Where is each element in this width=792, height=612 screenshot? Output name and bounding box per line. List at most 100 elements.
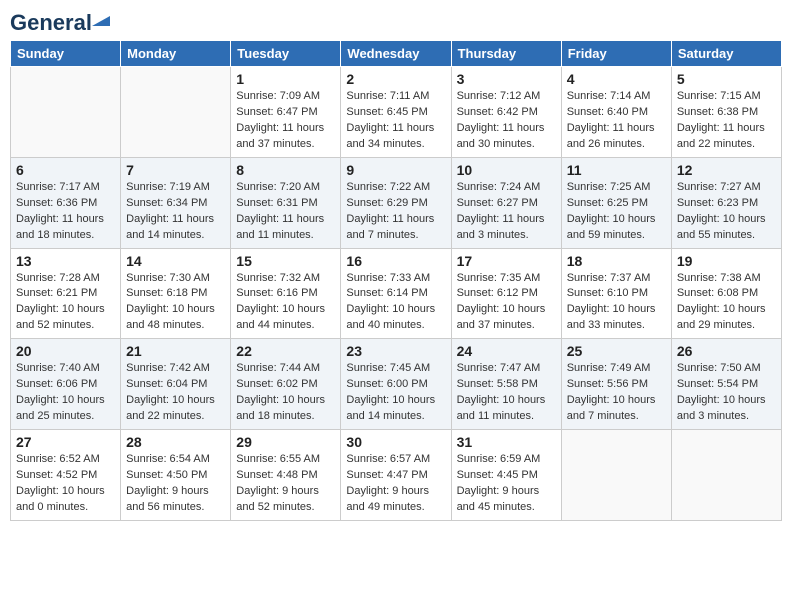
day-info: Sunrise: 7:11 AMSunset: 6:45 PMDaylight:… xyxy=(346,89,445,153)
calendar-cell: 3 Sunrise: 7:12 AMSunset: 6:42 PMDaylight… xyxy=(451,67,561,158)
calendar-cell: 12 Sunrise: 7:27 AMSunset: 6:23 PMDayligh… xyxy=(671,157,781,248)
calendar-cell: 8 Sunrise: 7:20 AMSunset: 6:31 PMDaylight… xyxy=(231,157,341,248)
calendar-row: 13 Sunrise: 7:28 AMSunset: 6:21 PMDayligh… xyxy=(11,248,782,339)
day-info: Sunrise: 7:40 AMSunset: 6:06 PMDaylight:… xyxy=(16,361,115,425)
day-info: Sunrise: 7:44 AMSunset: 6:02 PMDaylight:… xyxy=(236,361,335,425)
day-info: Sunrise: 6:55 AMSunset: 4:48 PMDaylight:… xyxy=(236,452,335,516)
calendar-cell: 29 Sunrise: 6:55 AMSunset: 4:48 PMDayligh… xyxy=(231,430,341,521)
calendar-cell: 13 Sunrise: 7:28 AMSunset: 6:21 PMDayligh… xyxy=(11,248,121,339)
day-info: Sunrise: 7:24 AMSunset: 6:27 PMDaylight:… xyxy=(457,180,556,244)
calendar-cell xyxy=(121,67,231,158)
day-info: Sunrise: 7:45 AMSunset: 6:00 PMDaylight:… xyxy=(346,361,445,425)
weekday-header-row: SundayMondayTuesdayWednesdayThursdayFrid… xyxy=(11,41,782,67)
day-number: 24 xyxy=(457,343,556,359)
calendar-row: 27 Sunrise: 6:52 AMSunset: 4:52 PMDayligh… xyxy=(11,430,782,521)
calendar-cell: 6 Sunrise: 7:17 AMSunset: 6:36 PMDaylight… xyxy=(11,157,121,248)
calendar-cell: 25 Sunrise: 7:49 AMSunset: 5:56 PMDayligh… xyxy=(561,339,671,430)
day-number: 4 xyxy=(567,71,666,87)
weekday-header: Friday xyxy=(561,41,671,67)
calendar-cell: 21 Sunrise: 7:42 AMSunset: 6:04 PMDayligh… xyxy=(121,339,231,430)
day-number: 17 xyxy=(457,253,556,269)
day-number: 13 xyxy=(16,253,115,269)
day-info: Sunrise: 7:14 AMSunset: 6:40 PMDaylight:… xyxy=(567,89,666,153)
day-number: 26 xyxy=(677,343,776,359)
day-number: 18 xyxy=(567,253,666,269)
day-number: 25 xyxy=(567,343,666,359)
day-info: Sunrise: 7:19 AMSunset: 6:34 PMDaylight:… xyxy=(126,180,225,244)
day-number: 14 xyxy=(126,253,225,269)
calendar-cell xyxy=(561,430,671,521)
calendar-cell: 11 Sunrise: 7:25 AMSunset: 6:25 PMDayligh… xyxy=(561,157,671,248)
day-info: Sunrise: 7:37 AMSunset: 6:10 PMDaylight:… xyxy=(567,271,666,335)
day-number: 22 xyxy=(236,343,335,359)
day-info: Sunrise: 7:25 AMSunset: 6:25 PMDaylight:… xyxy=(567,180,666,244)
calendar-cell: 26 Sunrise: 7:50 AMSunset: 5:54 PMDayligh… xyxy=(671,339,781,430)
day-number: 21 xyxy=(126,343,225,359)
calendar-cell: 20 Sunrise: 7:40 AMSunset: 6:06 PMDayligh… xyxy=(11,339,121,430)
day-info: Sunrise: 6:54 AMSunset: 4:50 PMDaylight:… xyxy=(126,452,225,516)
day-info: Sunrise: 6:57 AMSunset: 4:47 PMDaylight:… xyxy=(346,452,445,516)
calendar-cell: 27 Sunrise: 6:52 AMSunset: 4:52 PMDayligh… xyxy=(11,430,121,521)
calendar-cell: 2Sunrise: 7:11 AMSunset: 6:45 PMDaylight… xyxy=(341,67,451,158)
day-info: Sunrise: 7:22 AMSunset: 6:29 PMDaylight:… xyxy=(346,180,445,244)
day-number: 30 xyxy=(346,434,445,450)
weekday-header: Tuesday xyxy=(231,41,341,67)
day-number: 8 xyxy=(236,162,335,178)
day-number: 3 xyxy=(457,71,556,87)
calendar-cell: 17Sunrise: 7:35 AMSunset: 6:12 PMDayligh… xyxy=(451,248,561,339)
day-number: 23 xyxy=(346,343,445,359)
day-number: 28 xyxy=(126,434,225,450)
day-number: 12 xyxy=(677,162,776,178)
calendar-cell: 31Sunrise: 6:59 AMSunset: 4:45 PMDayligh… xyxy=(451,430,561,521)
day-number: 27 xyxy=(16,434,115,450)
day-number: 31 xyxy=(457,434,556,450)
calendar-cell: 5Sunrise: 7:15 AMSunset: 6:38 PMDaylight… xyxy=(671,67,781,158)
calendar-cell: 9 Sunrise: 7:22 AMSunset: 6:29 PMDaylight… xyxy=(341,157,451,248)
day-number: 6 xyxy=(16,162,115,178)
calendar-cell: 14Sunrise: 7:30 AMSunset: 6:18 PMDayligh… xyxy=(121,248,231,339)
calendar-cell: 1 Sunrise: 7:09 AMSunset: 6:47 PMDaylight… xyxy=(231,67,341,158)
calendar-cell: 30 Sunrise: 6:57 AMSunset: 4:47 PMDayligh… xyxy=(341,430,451,521)
weekday-header: Thursday xyxy=(451,41,561,67)
weekday-header: Wednesday xyxy=(341,41,451,67)
calendar-cell: 23 Sunrise: 7:45 AMSunset: 6:00 PMDayligh… xyxy=(341,339,451,430)
page-header: General xyxy=(10,10,782,32)
day-number: 29 xyxy=(236,434,335,450)
calendar-cell: 22 Sunrise: 7:44 AMSunset: 6:02 PMDayligh… xyxy=(231,339,341,430)
calendar-row: 6 Sunrise: 7:17 AMSunset: 6:36 PMDaylight… xyxy=(11,157,782,248)
calendar-cell: 18 Sunrise: 7:37 AMSunset: 6:10 PMDayligh… xyxy=(561,248,671,339)
calendar-cell xyxy=(11,67,121,158)
calendar-cell: 24 Sunrise: 7:47 AMSunset: 5:58 PMDayligh… xyxy=(451,339,561,430)
day-info: Sunrise: 7:09 AMSunset: 6:47 PMDaylight:… xyxy=(236,89,335,153)
day-info: Sunrise: 7:27 AMSunset: 6:23 PMDaylight:… xyxy=(677,180,776,244)
weekday-header: Sunday xyxy=(11,41,121,67)
calendar-cell: 28 Sunrise: 6:54 AMSunset: 4:50 PMDayligh… xyxy=(121,430,231,521)
logo: General xyxy=(10,10,92,32)
day-number: 5 xyxy=(677,71,776,87)
calendar-row: 20 Sunrise: 7:40 AMSunset: 6:06 PMDayligh… xyxy=(11,339,782,430)
day-number: 10 xyxy=(457,162,556,178)
day-info: Sunrise: 7:50 AMSunset: 5:54 PMDaylight:… xyxy=(677,361,776,425)
day-info: Sunrise: 6:52 AMSunset: 4:52 PMDaylight:… xyxy=(16,452,115,516)
calendar-cell: 10 Sunrise: 7:24 AMSunset: 6:27 PMDayligh… xyxy=(451,157,561,248)
logo-icon xyxy=(92,12,110,26)
day-number: 1 xyxy=(236,71,335,87)
day-info: Sunrise: 7:28 AMSunset: 6:21 PMDaylight:… xyxy=(16,271,115,335)
day-info: Sunrise: 7:49 AMSunset: 5:56 PMDaylight:… xyxy=(567,361,666,425)
calendar-cell: 7 Sunrise: 7:19 AMSunset: 6:34 PMDaylight… xyxy=(121,157,231,248)
calendar-cell: 4 Sunrise: 7:14 AMSunset: 6:40 PMDaylight… xyxy=(561,67,671,158)
day-number: 20 xyxy=(16,343,115,359)
logo-general: General xyxy=(10,10,92,35)
day-number: 11 xyxy=(567,162,666,178)
day-info: Sunrise: 7:47 AMSunset: 5:58 PMDaylight:… xyxy=(457,361,556,425)
day-number: 7 xyxy=(126,162,225,178)
day-info: Sunrise: 7:20 AMSunset: 6:31 PMDaylight:… xyxy=(236,180,335,244)
day-info: Sunrise: 7:12 AMSunset: 6:42 PMDaylight:… xyxy=(457,89,556,153)
day-number: 16 xyxy=(346,253,445,269)
calendar-cell: 19Sunrise: 7:38 AMSunset: 6:08 PMDayligh… xyxy=(671,248,781,339)
day-info: Sunrise: 7:42 AMSunset: 6:04 PMDaylight:… xyxy=(126,361,225,425)
calendar-cell xyxy=(671,430,781,521)
day-info: Sunrise: 7:32 AMSunset: 6:16 PMDaylight:… xyxy=(236,271,335,335)
day-info: Sunrise: 7:17 AMSunset: 6:36 PMDaylight:… xyxy=(16,180,115,244)
day-number: 9 xyxy=(346,162,445,178)
